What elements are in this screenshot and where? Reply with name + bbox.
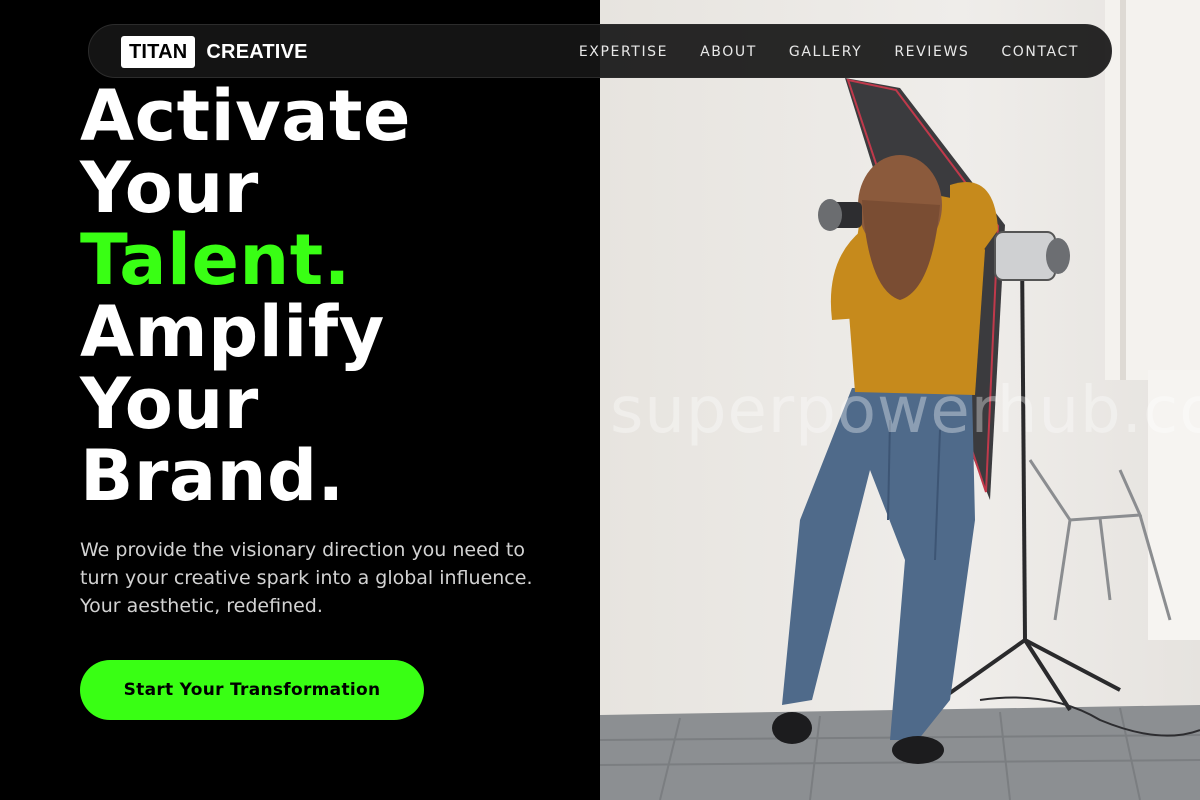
photo-watermark: superpowerhub.co [610, 374, 1200, 448]
hero-headline: Activate Your Talent. Amplify Your Brand… [80, 80, 411, 512]
headline-line-6: Brand. [80, 435, 345, 517]
headline-line-5: Your [80, 363, 259, 445]
nav-link-reviews[interactable]: REVIEWS [894, 44, 969, 60]
logo-wordmark-text: CREATIVE [206, 40, 308, 63]
headline-line-2: Your [80, 147, 259, 229]
logo-wordmark-box: TITAN [121, 36, 196, 68]
nav-link-gallery[interactable]: GALLERY [789, 44, 862, 60]
hero-photo: superpowerhub.co [600, 0, 1200, 800]
hero-left-panel: Activate Your Talent. Amplify Your Brand… [0, 0, 600, 800]
headline-line-1: Activate [80, 75, 411, 157]
nav-link-about[interactable]: ABOUT [700, 44, 757, 60]
nav-link-contact[interactable]: CONTACT [1001, 44, 1079, 60]
brand-logo[interactable]: TITAN CREATIVE [121, 35, 308, 69]
nav-link-expertise[interactable]: EXPERTISE [579, 44, 668, 60]
hero-description: We provide the visionary direction you n… [80, 539, 533, 617]
top-navigation: TITAN CREATIVE EXPERTISE ABOUT GALLERY R… [88, 24, 1112, 78]
headline-line-4: Amplify [80, 291, 385, 373]
nav-links: EXPERTISE ABOUT GALLERY REVIEWS CONTACT [547, 25, 1079, 79]
headline-accent-line: Talent. [80, 219, 351, 301]
start-transformation-button[interactable]: Start Your Transformation [80, 660, 424, 720]
